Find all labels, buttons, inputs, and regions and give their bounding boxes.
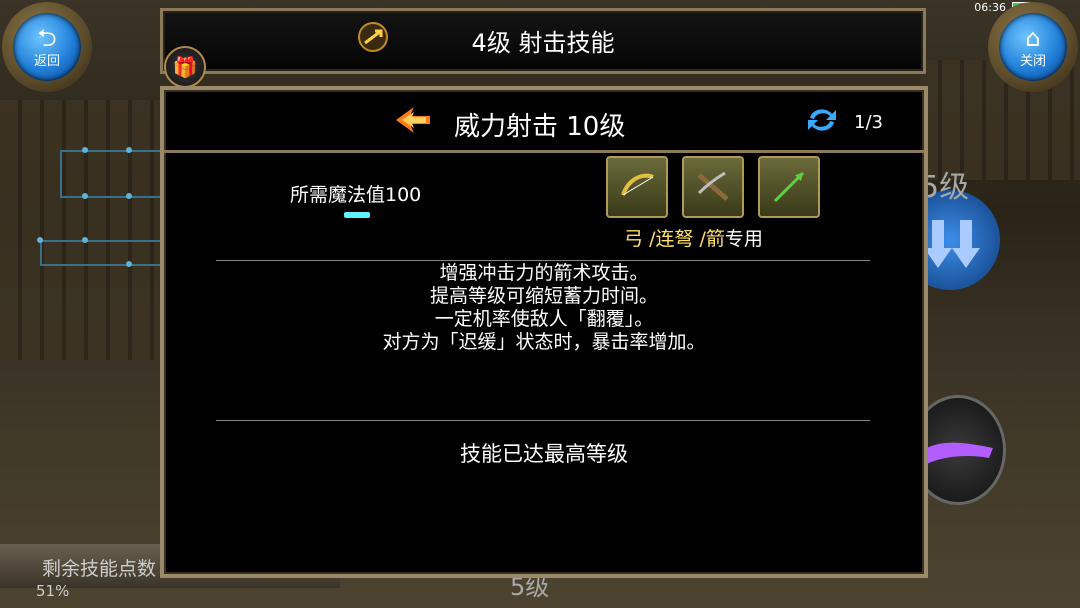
home-icon: ⌂ [1025, 23, 1041, 52]
arrow-icon[interactable] [758, 156, 820, 218]
divider [216, 260, 870, 261]
skill-tree-line [40, 240, 42, 264]
skill-tree-line [60, 150, 160, 152]
close-label: 关闭 [1019, 53, 1046, 69]
skill-tree-node [82, 147, 88, 153]
gift-icon[interactable]: 🎁 [164, 46, 206, 88]
bow-icon[interactable] [606, 156, 668, 218]
power-shot-icon [396, 107, 430, 133]
skill-description: 增强冲击力的箭术攻击。 提高等级可缩短蓄力时间。 一定机率使敌人「翻覆」。 对方… [164, 262, 924, 354]
close-button[interactable]: ⌂ 关闭 [988, 2, 1078, 92]
description-line: 增强冲击力的箭术攻击。 [439, 262, 649, 284]
description-line: 提高等级可缩短蓄力时间。 [429, 285, 658, 307]
weapon-suffix: 专用 [724, 228, 763, 250]
title-bar: 4级 射击技能 [160, 8, 926, 74]
skill-tree-line [60, 196, 160, 198]
back-button[interactable]: ⮌ 返回 [2, 2, 92, 92]
skill-tree-node [126, 193, 132, 199]
refresh-icon[interactable] [804, 104, 840, 136]
skill-tree-line [40, 240, 160, 242]
mana-bar [344, 212, 370, 218]
skill-tree-line [60, 150, 62, 196]
page-indicator: 1/3 [854, 112, 883, 133]
skill-name: 威力射击 10级 [454, 112, 626, 142]
page-title: 4级 射击技能 [471, 29, 615, 57]
skill-tree-node [37, 237, 43, 243]
skill-detail-panel: 威力射击 10级 1/3 所需魔法值100 弓 /连弩 /箭专用 增强冲击力的箭… [160, 86, 928, 578]
skill-header: 威力射击 10级 1/3 [164, 90, 924, 153]
description-line: 对方为「迟缓」状态时，暴击率增加。 [382, 331, 706, 353]
weapon-bow: 弓 [624, 228, 644, 250]
bookshelf-left [0, 100, 160, 360]
return-arrow-icon: ⮌ [37, 23, 57, 52]
percent-label: 51% [36, 582, 70, 600]
skill-tree-node [82, 193, 88, 199]
crossbow-icon[interactable] [682, 156, 744, 218]
weapon-restriction: 弓 /连弩 /箭专用 [624, 224, 763, 251]
description-line: 一定机率使敌人「翻覆」。 [434, 308, 654, 330]
max-level-message: 技能已达最高等级 [460, 442, 628, 466]
clock: 06:36 [974, 0, 1006, 14]
back-label: 返回 [33, 53, 60, 69]
skill-tree-node [82, 237, 88, 243]
divider [216, 420, 870, 421]
skill-tree-node [126, 147, 132, 153]
remaining-points-label: 剩余技能点数 [42, 558, 157, 580]
weapon-arrow: /箭 [699, 228, 725, 250]
weapon-crossbow: /连弩 [649, 228, 694, 250]
skill-tree-line [40, 264, 160, 266]
skill-tree-node [126, 261, 132, 267]
mana-requirement: 所需魔法值100 [290, 184, 422, 206]
